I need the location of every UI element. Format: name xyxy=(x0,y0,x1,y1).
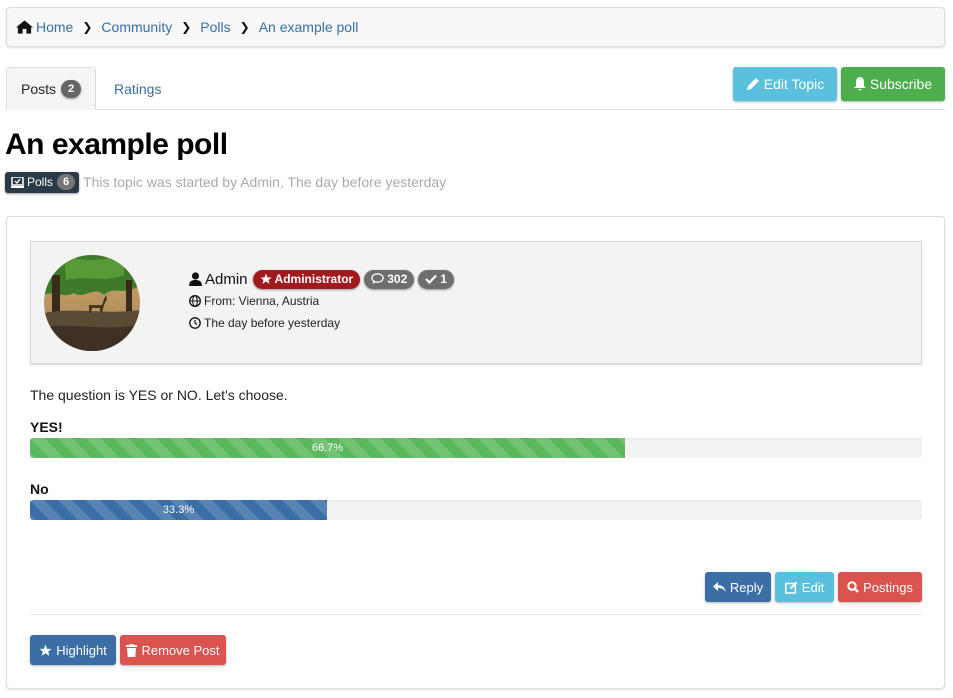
posts-count-pill: 302 xyxy=(364,269,415,289)
subscribe-label: Subscribe xyxy=(869,76,933,92)
edit-label: Edit xyxy=(801,579,825,595)
tab-posts[interactable]: Posts 2 xyxy=(6,67,96,110)
clock-icon xyxy=(189,317,201,329)
category-label: Polls xyxy=(27,175,54,189)
poll-icon xyxy=(11,176,24,188)
edit-post-button[interactable]: Edit xyxy=(775,572,834,602)
author-location: From: Vienna, Austria xyxy=(204,294,320,308)
breadcrumb-current[interactable]: An example poll xyxy=(259,19,359,35)
post-text: The question is YES or NO. Let's choose. xyxy=(30,387,288,403)
user-icon xyxy=(189,272,202,286)
breadcrumb: Home ❯ Community ❯ Polls ❯ An example po… xyxy=(6,7,945,47)
poll-option-progress: 66.7% xyxy=(30,438,922,458)
poll-option-bar: 33.3% xyxy=(30,500,328,520)
category-badge[interactable]: Polls 6 xyxy=(5,171,80,193)
posts-count: 302 xyxy=(387,272,408,286)
post-panel: Admin Administrator 302 1 From: Vienna, … xyxy=(6,216,945,689)
role-badge: Administrator xyxy=(252,269,361,289)
author-name[interactable]: Admin xyxy=(205,271,248,288)
solved-count: 1 xyxy=(440,272,447,286)
postings-button[interactable]: Postings xyxy=(838,572,922,602)
remove-post-button[interactable]: Remove Post xyxy=(120,635,226,665)
posts-count-badge: 2 xyxy=(61,80,81,98)
chevron-right-icon: ❯ xyxy=(239,20,250,34)
edit-icon xyxy=(784,581,798,594)
poll-option-percent: 33.3% xyxy=(162,504,195,516)
post-time: The day before yesterday xyxy=(204,316,341,330)
category-count: 6 xyxy=(57,174,76,190)
star-icon xyxy=(260,273,272,284)
topic-started-text: This topic was started by Admin, The day… xyxy=(83,174,447,190)
subscribe-button[interactable]: Subscribe xyxy=(841,67,945,101)
reply-icon xyxy=(712,581,726,592)
star-icon xyxy=(39,644,52,656)
globe-icon xyxy=(189,295,201,307)
poll-option-percent: 66.7% xyxy=(311,442,344,454)
reply-label: Reply xyxy=(729,579,764,595)
breadcrumb-home[interactable]: Home xyxy=(36,19,73,35)
author-info: Admin Administrator 302 1 From: Vienna, … xyxy=(189,268,458,334)
poll-option-label: No xyxy=(30,481,49,497)
trash-icon xyxy=(126,643,138,657)
search-icon xyxy=(847,581,859,593)
poll-option-progress: 33.3% xyxy=(30,500,922,520)
poll-option-bar: 66.7% xyxy=(30,438,625,458)
tab-ratings-label: Ratings xyxy=(114,80,162,97)
poll-option-label: YES! xyxy=(30,419,63,435)
topic-meta: Polls 6 This topic was started by Admin,… xyxy=(5,171,446,193)
breadcrumb-polls[interactable]: Polls xyxy=(200,19,230,35)
edit-topic-button[interactable]: Edit Topic xyxy=(733,67,837,101)
remove-post-label: Remove Post xyxy=(141,642,220,658)
pencil-icon xyxy=(746,78,759,90)
edit-topic-label: Edit Topic xyxy=(763,76,825,92)
chevron-right-icon: ❯ xyxy=(181,20,192,34)
avatar[interactable] xyxy=(44,255,140,351)
reply-button[interactable]: Reply xyxy=(705,572,771,602)
check-icon xyxy=(425,274,438,284)
tab-ratings[interactable]: Ratings xyxy=(114,67,161,110)
home-icon xyxy=(16,20,33,34)
page-title: An example poll xyxy=(5,128,228,161)
breadcrumb-community[interactable]: Community xyxy=(101,19,172,35)
role-label: Administrator xyxy=(274,272,354,286)
solved-count-pill: 1 xyxy=(418,269,454,289)
chevron-right-icon: ❯ xyxy=(82,20,93,34)
tab-posts-label: Posts xyxy=(20,81,56,97)
comment-icon xyxy=(371,273,384,284)
bell-icon xyxy=(853,77,866,91)
author-box: Admin Administrator 302 1 From: Vienna, … xyxy=(30,241,922,364)
postings-label: Postings xyxy=(863,579,913,595)
highlight-button[interactable]: Highlight xyxy=(30,635,116,665)
highlight-label: Highlight xyxy=(56,642,107,658)
divider xyxy=(30,614,922,615)
